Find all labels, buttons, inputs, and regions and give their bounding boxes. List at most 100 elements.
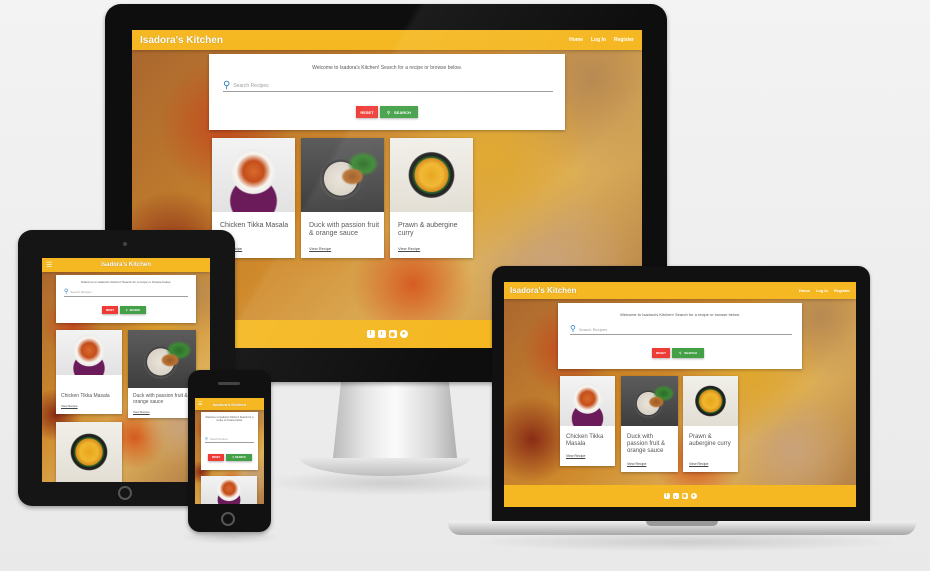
prawn-curry-image <box>56 422 122 482</box>
nav-login[interactable]: Log In <box>591 37 606 43</box>
recipe-card[interactable] <box>201 476 257 504</box>
search-icon: ⚲ <box>64 289 69 295</box>
recipe-card[interactable]: Chicken Tikka Masala View Recipe <box>560 376 615 466</box>
reset-button[interactable]: RESET <box>208 454 224 461</box>
phone-speaker <box>218 382 240 385</box>
menu-icon[interactable]: ☰ <box>198 401 202 407</box>
footer: f t ◉ ● <box>504 485 856 507</box>
duck-image <box>621 376 678 426</box>
search-card: Welcome to Isadora's Kitchen! Search for… <box>56 275 196 323</box>
search-button[interactable]: ⚲ SEARCH <box>672 348 704 358</box>
nav-home[interactable]: Home <box>799 288 810 293</box>
search-card: Welcome to Isadora's Kitchen! Search for… <box>201 412 258 470</box>
chicken-tikka-image <box>201 476 257 504</box>
prawn-curry-image <box>683 376 738 426</box>
recipe-card[interactable]: Duck with passion fruit & orange sauce V… <box>128 330 196 418</box>
github-icon[interactable]: ● <box>399 330 408 338</box>
recipe-title: Chicken Tikka Masala <box>61 393 110 399</box>
duck-image <box>301 138 384 212</box>
chicken-tikka-image <box>56 330 122 375</box>
instagram-icon[interactable]: ◉ <box>388 330 397 338</box>
search-card: Welcome to Isadora's Kitchen! Search for… <box>558 303 802 369</box>
search-icon: ⚲ <box>223 79 231 91</box>
recipe-card[interactable] <box>56 422 122 482</box>
brand-logo[interactable]: Isadora's Kitchen <box>140 35 223 46</box>
search-card: Welcome to Isadora's Kitchen! Search for… <box>209 54 565 130</box>
nav-login[interactable]: Log In <box>816 288 828 293</box>
view-recipe-link[interactable]: View Recipe <box>566 454 585 458</box>
view-recipe-link[interactable]: View Recipe <box>309 246 331 251</box>
navbar: Isadora's Kitchen Home Log In Register <box>504 282 856 299</box>
recipe-card[interactable]: Duck with passion fruit & orange sauce V… <box>301 138 384 258</box>
recipe-title: Chicken Tikka Masala <box>220 222 289 229</box>
recipe-card[interactable]: Prawn & aubergine curry View Recipe <box>390 138 473 258</box>
recipe-card[interactable]: Duck with passion fruit & orange sauce V… <box>621 376 678 472</box>
menu-icon[interactable]: ☰ <box>46 261 52 269</box>
duck-image <box>128 330 196 388</box>
search-icon: ⚲ <box>205 436 208 441</box>
monitor-stand <box>332 382 458 467</box>
nav-links: Home Log In Register <box>799 288 850 293</box>
search-icon: ⚲ <box>679 351 682 355</box>
recipe-card[interactable]: Chicken Tikka Masala View Recipe <box>56 330 122 414</box>
recipe-card[interactable]: Prawn & aubergine curry View Recipe <box>683 376 738 472</box>
recipe-title: Duck with passion fruit & orange sauce <box>133 393 188 405</box>
view-recipe-link[interactable]: View Recipe <box>61 404 78 408</box>
twitter-icon[interactable]: t <box>377 330 386 338</box>
view-recipe-link[interactable]: View Recipe <box>398 246 420 251</box>
recipe-title: Prawn & aubergine curry <box>689 434 731 447</box>
twitter-icon[interactable]: t <box>672 493 679 499</box>
nav-register[interactable]: Register <box>614 37 634 43</box>
search-input[interactable]: ⚲ Search Recipes <box>223 80 553 92</box>
search-button[interactable]: ⚲ SEARCH <box>380 106 418 118</box>
nav-links: Home Log In Register <box>569 37 634 43</box>
laptop-screen: Isadora's Kitchen Home Log In Register W… <box>504 282 856 507</box>
search-icon: ⚲ <box>387 109 391 115</box>
welcome-text: Welcome to Isadora's Kitchen! Search for… <box>81 280 171 284</box>
phone-screen: ☰ Isadora's Kitchen Welcome to Isadora's… <box>195 398 264 504</box>
tablet-home-button <box>118 486 132 500</box>
search-icon: ⚲ <box>125 308 128 312</box>
facebook-icon[interactable]: f <box>366 330 375 338</box>
welcome-text: Welcome to Isadora's Kitchen! Search for… <box>620 312 740 317</box>
search-icon: ⚲ <box>570 324 576 333</box>
recipe-title: Chicken Tikka Masala <box>566 434 604 447</box>
search-button[interactable]: ⚲ SEARCH <box>120 306 146 314</box>
reset-button[interactable]: RESET <box>356 106 378 118</box>
welcome-text: Welcome to Isadora's Kitchen! Search for… <box>205 416 254 422</box>
website: ☰ Isadora's Kitchen Welcome to Isadora's… <box>195 398 264 504</box>
view-recipe-link[interactable]: View Recipe <box>627 462 646 466</box>
navbar: ☰ Isadora's Kitchen <box>195 398 264 410</box>
chicken-tikka-image <box>212 138 295 212</box>
navbar: ☰ Isadora's Kitchen <box>42 258 210 272</box>
brand-logo[interactable]: Isadora's Kitchen <box>42 262 210 268</box>
search-input[interactable]: ⚲ Search Recipes <box>570 324 792 335</box>
brand-logo[interactable]: Isadora's Kitchen <box>510 286 576 295</box>
nav-home[interactable]: Home <box>569 37 583 43</box>
reset-button[interactable]: RESET <box>102 306 118 314</box>
view-recipe-link[interactable]: View Recipe <box>133 410 150 414</box>
tablet-screen: ☰ Isadora's Kitchen Welcome to Isadora's… <box>42 258 210 482</box>
search-input[interactable]: ⚲ Search Recipes <box>64 288 188 297</box>
recipe-title: Duck with passion fruit & orange sauce <box>309 222 380 238</box>
view-recipe-link[interactable]: View Recipe <box>689 462 708 466</box>
reset-button[interactable]: RESET <box>652 348 670 358</box>
welcome-text: Welcome to Isadora's Kitchen! Search for… <box>312 65 462 71</box>
search-button[interactable]: ⚲ SEARCH <box>226 454 252 461</box>
search-input[interactable]: ⚲ Search Recipes <box>205 436 254 443</box>
nav-register[interactable]: Register <box>834 288 850 293</box>
website: Isadora's Kitchen Home Log In Register W… <box>504 282 856 507</box>
recipe-title: Duck with passion fruit & orange sauce <box>627 434 666 454</box>
tablet-camera <box>123 242 127 246</box>
facebook-icon[interactable]: f <box>663 493 670 499</box>
instagram-icon[interactable]: ◉ <box>681 493 688 499</box>
brand-logo[interactable]: Isadora's Kitchen <box>195 402 264 407</box>
recipe-title: Prawn & aubergine curry <box>398 222 458 238</box>
github-icon[interactable]: ● <box>690 493 697 499</box>
website: ☰ Isadora's Kitchen Welcome to Isadora's… <box>42 258 210 482</box>
chicken-tikka-image <box>560 376 615 426</box>
navbar: Isadora's Kitchen Home Log In Register <box>132 30 642 50</box>
phone-home-button <box>221 512 235 526</box>
search-icon: ⚲ <box>232 456 235 459</box>
prawn-curry-image <box>390 138 473 212</box>
